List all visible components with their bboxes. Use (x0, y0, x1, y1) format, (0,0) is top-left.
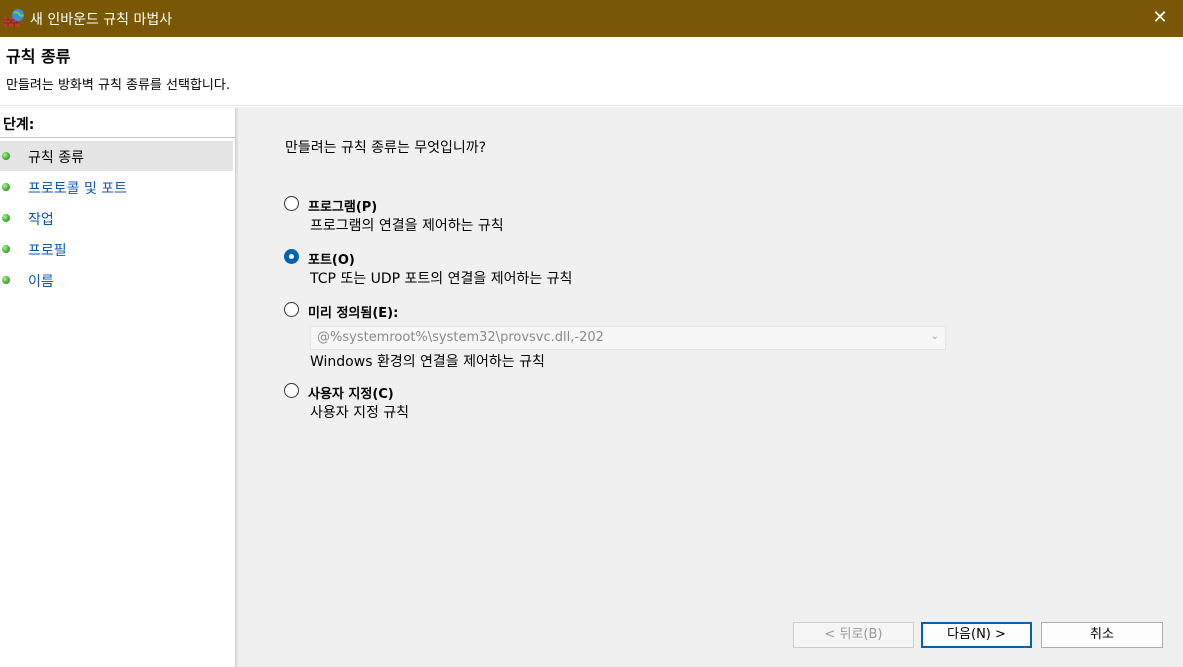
step-profile[interactable]: 프로필 (0, 234, 233, 264)
option-label[interactable]: 프로그램(P) (308, 196, 377, 215)
question-text: 만들려는 규칙 종류는 무엇입니까? (285, 140, 487, 156)
step-label: 작업 (28, 212, 54, 228)
predefined-rule-value: @%systemroot%\system32\provsvc.dll,-202 (317, 330, 604, 345)
step-status-icon (2, 214, 10, 222)
option-description: TCP 또는 UDP 포트의 연결을 제어하는 규칙 (310, 271, 573, 287)
step-status-icon (2, 183, 10, 191)
chevron-down-icon: ⌄ (930, 331, 939, 342)
step-status-icon (2, 245, 10, 253)
cancel-button[interactable]: 취소 (1041, 622, 1163, 648)
option-description: Windows 환경의 연결을 제어하는 규칙 (310, 354, 545, 370)
wizard-header: 규칙 종류 만들려는 방화벽 규칙 종류를 선택합니다. (0, 37, 1183, 105)
option-label[interactable]: 사용자 지정(C) (308, 383, 394, 402)
close-icon[interactable]: ✕ (1137, 0, 1183, 37)
title-bar: 새 인바운드 규칙 마법사 ✕ (0, 0, 1183, 37)
page-title: 규칙 종류 (6, 47, 71, 66)
steps-panel: 단계: 규칙 종류 프로토콜 및 포트 작업 프로필 이름 (0, 108, 235, 667)
step-label: 프로필 (28, 243, 67, 259)
page-subtitle: 만들려는 방화벽 규칙 종류를 선택합니다. (6, 78, 230, 93)
radio-port[interactable] (284, 249, 299, 264)
firewall-globe-icon (4, 9, 24, 27)
step-label: 프로토콜 및 포트 (28, 181, 128, 197)
step-protocol-ports[interactable]: 프로토콜 및 포트 (0, 172, 233, 202)
predefined-rule-select: @%systemroot%\system32\provsvc.dll,-202 … (310, 326, 946, 350)
step-action[interactable]: 작업 (0, 203, 233, 233)
radio-program[interactable] (284, 196, 299, 211)
option-description: 사용자 지정 규칙 (310, 405, 410, 421)
option-label[interactable]: 포트(O) (308, 249, 355, 268)
steps-title: 단계: (3, 117, 35, 133)
step-rule-type[interactable]: 규칙 종류 (0, 141, 233, 171)
radio-predefined[interactable] (284, 302, 299, 317)
option-label[interactable]: 미리 정의됨(E): (308, 302, 398, 321)
header-divider (0, 105, 1183, 107)
step-name[interactable]: 이름 (0, 265, 233, 295)
next-button[interactable]: 다음(N) > (921, 622, 1032, 648)
step-label: 규칙 종류 (28, 150, 84, 166)
option-description: 프로그램의 연결을 제어하는 규칙 (310, 218, 504, 234)
radio-custom[interactable] (284, 383, 299, 398)
main-panel: 만들려는 규칙 종류는 무엇입니까? 프로그램(P) 프로그램의 연결을 제어하… (238, 108, 1183, 667)
step-status-icon (2, 152, 10, 160)
step-status-icon (2, 276, 10, 284)
steps-divider (0, 137, 235, 138)
window-title: 새 인바운드 규칙 마법사 (30, 12, 173, 28)
back-button[interactable]: < 뒤로(B) (793, 622, 914, 648)
step-label: 이름 (28, 274, 54, 290)
